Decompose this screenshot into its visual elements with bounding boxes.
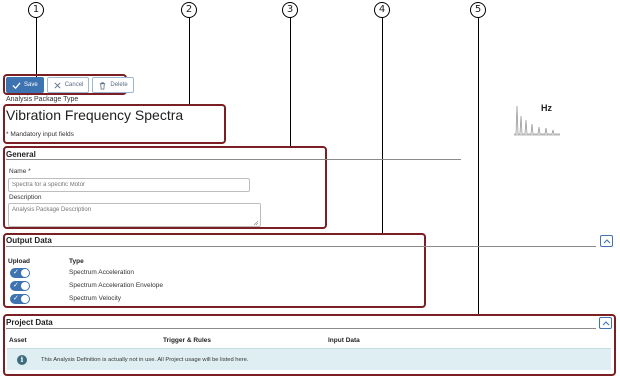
close-icon [54,81,61,89]
output-type-cell: Spectrum Velocity [69,295,122,302]
upload-toggle-spectrum-acceleration[interactable]: ✓ [10,268,30,278]
callout-2: 2 [181,2,197,18]
delete-button[interactable]: Delete [92,77,134,93]
callout-3: 3 [282,2,298,18]
output-data-section-title: Output Data [6,236,52,245]
output-type-cell: Spectrum Acceleration [69,269,135,276]
asset-column-header: Asset [9,337,27,344]
callout-5-line [478,17,479,315]
project-data-section-title: Project Data [6,318,53,327]
annotation-output-data [3,233,426,308]
spectrum-preview-image [514,105,560,136]
callout-2-line [189,17,190,105]
name-field-label: Name * [9,168,31,175]
project-data-collapse-button[interactable] [599,317,612,329]
save-button-label: Save [24,82,38,88]
preview-unit-label: Hz [541,103,552,113]
callout-1: 1 [28,2,44,18]
output-data-divider [6,246,596,247]
upload-toggle-spectrum-acceleration-envelope[interactable]: ✓ [10,281,30,291]
callout-3-line [290,17,291,148]
check-icon: ✓ [13,295,19,302]
info-icon: i [17,354,27,365]
check-icon: ✓ [13,269,19,276]
project-usage-info-banner: i This Analysis Definition is actually n… [7,348,611,370]
save-button[interactable]: Save [6,77,44,93]
info-message: This Analysis Definition is actually not… [41,356,249,363]
type-column-header: Type [69,258,84,265]
general-section-title: General [6,150,36,159]
page-title: Vibration Frequency Spectra [6,107,184,123]
callout-5: 5 [470,2,486,18]
check-icon: ✓ [13,282,19,289]
description-field[interactable] [8,203,261,227]
callout-1-line [36,17,37,77]
chevron-up-icon [602,321,609,326]
action-toolbar: Save Cancel Delete [6,77,134,93]
package-type-label: Analysis Package Type [6,96,79,103]
upload-column-header: Upload [8,258,31,265]
output-type-cell: Spectrum Acceleration Envelope [69,282,163,289]
callout-4-line [382,17,383,235]
upload-toggle-spectrum-velocity[interactable]: ✓ [10,294,30,304]
delete-button-label: Delete [110,82,128,88]
description-field-label: Description [9,194,42,201]
toggle-knob [21,282,29,290]
cancel-button-label: Cancel [64,82,84,88]
toggle-knob [21,269,29,277]
project-data-divider [6,328,596,329]
trash-icon [100,81,106,90]
input-data-column-header: Input Data [328,337,360,344]
toggle-knob [21,295,29,303]
check-icon [12,81,21,89]
cancel-button[interactable]: Cancel [46,77,90,93]
callout-4: 4 [374,2,390,18]
resize-grip-icon[interactable] [253,220,259,226]
general-divider [6,159,461,160]
output-data-collapse-button[interactable] [600,235,613,247]
trigger-rules-column-header: Trigger & Rules [163,337,212,344]
mandatory-note: * Mandatory input fields [6,131,74,138]
chevron-up-icon [603,239,610,244]
name-field[interactable] [8,178,250,192]
